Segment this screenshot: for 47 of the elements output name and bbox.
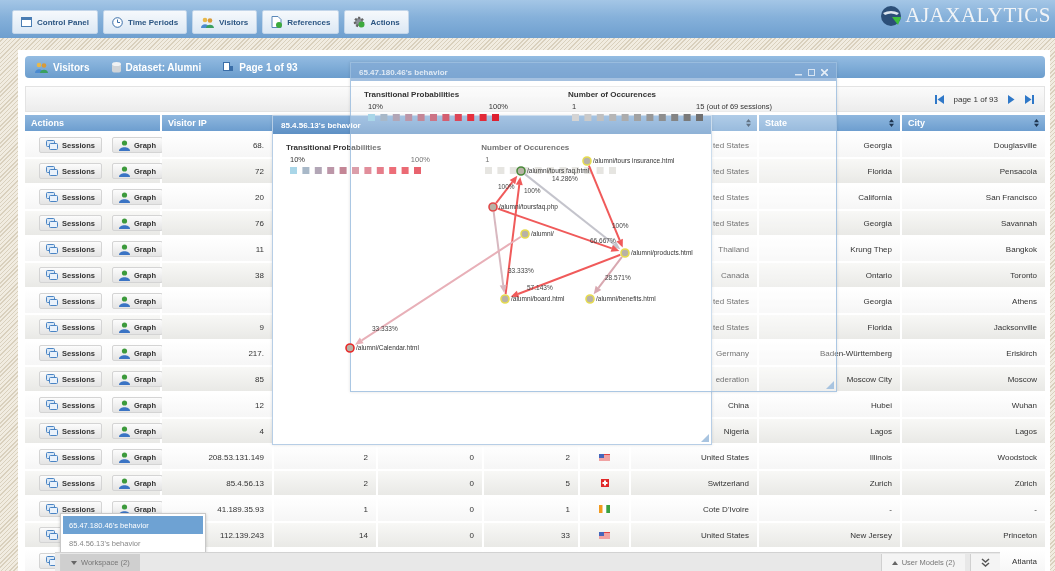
legend-title: Transitional Probabilities (286, 143, 383, 152)
table-cell: 5 (484, 471, 578, 495)
window-title: 65.47.180.46's behavior (359, 67, 448, 77)
legend-title: Number of Occurences (568, 90, 658, 99)
table-cell: Zurich (759, 471, 900, 495)
table-cell: United States (631, 523, 757, 547)
nav-tab[interactable]: Actions (344, 10, 409, 34)
table-cell: 33 (484, 523, 578, 547)
table-cell: Ontario (759, 263, 900, 287)
table-cell: Georgia (759, 211, 900, 235)
table-cell: New Jersey (759, 523, 900, 547)
table-cell: Lagos (759, 419, 900, 443)
nav-tab[interactable]: References (262, 10, 340, 34)
table-cell: Florida (759, 315, 900, 339)
panel-title: Visitors (53, 61, 90, 73)
table-cell: Toronto (902, 263, 1045, 287)
table-cell: 2 (274, 471, 376, 495)
table-cell: 0 (378, 523, 482, 547)
table-cell: 0 (378, 471, 482, 495)
table-cell: 76 (162, 211, 272, 235)
table-cell: 38 (162, 263, 272, 287)
legend-title: Number of Occurences (481, 143, 571, 152)
pager-label: page 1 of 93 (953, 94, 998, 104)
table-cell: 85.4.56.13 (162, 471, 272, 495)
nav-tab[interactable]: Time Periods (103, 10, 188, 34)
legend-title: Transitional Probabilities (364, 90, 461, 99)
table-cell: Switzerland (631, 471, 757, 495)
table-cell: 14 (274, 523, 376, 547)
table-cell: 72 (162, 159, 272, 183)
table-cell: Lagos (902, 419, 1045, 443)
nav-tab[interactable]: Control Panel (12, 10, 98, 34)
nav-tab[interactable]: Visitors (192, 10, 258, 34)
table-cell: Pensacola (902, 159, 1045, 183)
table-cell: 9 (162, 315, 272, 339)
table-cell: Jacksonville (902, 315, 1045, 339)
table-cell: Zürich (902, 471, 1045, 495)
table-cell: Moscow (902, 367, 1045, 391)
table-cell: Moscow City (759, 367, 900, 391)
table-cell: Florida (759, 159, 900, 183)
table-cell: 85 (162, 367, 272, 391)
table-cell: Savannah (902, 211, 1045, 235)
logo-text: AJAXALYTICS (905, 3, 1051, 28)
window-title: 85.4.56.13's behavior (281, 120, 361, 130)
page-label: Page 1 of 93 (239, 61, 298, 73)
table-cell: 4 (162, 419, 272, 443)
table-cell: Princeton (902, 523, 1045, 547)
dataset-label: Dataset: Alumni (125, 61, 202, 73)
